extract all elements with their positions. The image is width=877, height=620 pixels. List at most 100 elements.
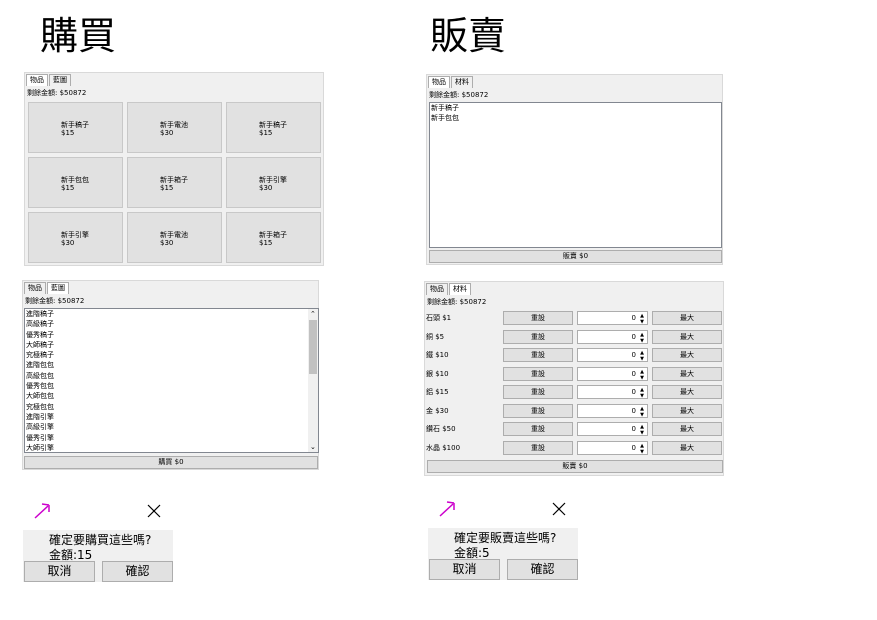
pickaxe-icon — [34, 503, 50, 519]
tab-items[interactable]: 物品 — [24, 282, 46, 294]
list-item[interactable]: 新手稿子 — [430, 103, 721, 113]
reset-button[interactable]: 重設 — [503, 330, 573, 344]
list-item[interactable]: 大師稿子 — [25, 340, 318, 350]
reset-button[interactable]: 重設 — [503, 404, 573, 418]
max-button[interactable]: 最大 — [652, 330, 722, 344]
max-button[interactable]: 最大 — [652, 422, 722, 436]
sell-button[interactable]: 販賣 $0 — [427, 460, 723, 473]
reset-button[interactable]: 重設 — [503, 311, 573, 325]
reset-button[interactable]: 重設 — [503, 385, 573, 399]
material-label: 鋁 $15 — [426, 388, 449, 396]
reset-button[interactable]: 重設 — [503, 348, 573, 362]
max-button[interactable]: 最大 — [652, 348, 722, 362]
reset-button[interactable]: 重設 — [503, 367, 573, 381]
shop-item-button[interactable]: 新手箱子 $15 — [226, 212, 321, 263]
spinner-arrows-icon[interactable]: ▲ ▼ — [638, 424, 646, 436]
list-item[interactable]: 究極包包 — [25, 402, 318, 412]
list-item[interactable]: 新手包包 — [430, 113, 721, 123]
tab-materials[interactable]: 材料 — [451, 76, 473, 88]
close-icon[interactable] — [552, 502, 566, 516]
spinner-arrows-icon[interactable]: ▲ ▼ — [638, 313, 646, 325]
quantity-value: 0 — [631, 425, 636, 433]
close-icon[interactable] — [147, 504, 161, 518]
list-item[interactable]: 高級稿子 — [25, 319, 318, 329]
quantity-stepper[interactable]: 0 ▲ ▼ — [577, 367, 648, 381]
sell-button[interactable]: 販賣 $0 — [429, 250, 722, 263]
max-button[interactable]: 最大 — [652, 404, 722, 418]
spinner-arrows-icon[interactable]: ▲ ▼ — [638, 369, 646, 381]
confirm-button[interactable]: 確認 — [102, 561, 173, 582]
balance-label: 剩餘金額: $50872 — [429, 91, 489, 99]
shop-item-button[interactable]: 新手包包 $15 — [28, 157, 123, 208]
scrollbar-thumb[interactable] — [309, 320, 317, 374]
tab-blueprints[interactable]: 藍圖 — [47, 282, 69, 294]
balance-label: 剩餘金額: $50872 — [427, 298, 487, 306]
reset-button[interactable]: 重設 — [503, 422, 573, 436]
quantity-stepper[interactable]: 0 ▲ ▼ — [577, 330, 648, 344]
shop-item-button[interactable]: 新手電池 $30 — [127, 102, 222, 153]
item-price: $30 — [61, 239, 75, 247]
quantity-stepper[interactable]: 0 ▲ ▼ — [577, 311, 648, 325]
spinner-arrows-icon[interactable]: ▲ ▼ — [638, 443, 646, 455]
item-price: $15 — [61, 129, 75, 137]
list-item[interactable]: 高級包包 — [25, 371, 318, 381]
spinner-arrows-icon[interactable]: ▲ ▼ — [638, 387, 646, 399]
shop-item-button[interactable]: 新手稿子 $15 — [226, 102, 321, 153]
shop-item-button[interactable]: 新手箱子 $15 — [127, 157, 222, 208]
buy-shop-tabs: 物品 藍圖 — [26, 74, 72, 86]
quantity-value: 0 — [631, 314, 636, 322]
quantity-stepper[interactable]: 0 ▲ ▼ — [577, 404, 648, 418]
quantity-stepper[interactable]: 0 ▲ ▼ — [577, 348, 648, 362]
quantity-stepper[interactable]: 0 ▲ ▼ — [577, 385, 648, 399]
shop-item-button[interactable]: 新手引擎 $30 — [28, 212, 123, 263]
tab-items[interactable]: 物品 — [426, 283, 448, 295]
buy-title: 購買 — [40, 14, 117, 58]
sell-items-tabs: 物品 材料 — [428, 76, 474, 88]
spinner-arrows-icon[interactable]: ▲ ▼ — [638, 406, 646, 418]
list-item[interactable]: 優秀稿子 — [25, 330, 318, 340]
list-item[interactable]: 大師包包 — [25, 391, 318, 401]
tab-blueprints[interactable]: 藍圖 — [49, 74, 71, 86]
quantity-stepper[interactable]: 0 ▲ ▼ — [577, 441, 648, 455]
balance-label: 剩餘金額: $50872 — [27, 89, 87, 97]
item-price: $15 — [259, 239, 273, 247]
list-item[interactable]: 大師引擎 — [25, 443, 318, 452]
quantity-stepper[interactable]: 0 ▲ ▼ — [577, 422, 648, 436]
tab-items[interactable]: 物品 — [26, 74, 48, 86]
reset-button[interactable]: 重設 — [503, 441, 573, 455]
material-label: 鑽石 $50 — [426, 425, 456, 433]
blueprint-list[interactable]: 進階稿子 高級稿子 優秀稿子 大師稿子 究極稿子 進階包包 高級包包 優秀包包 … — [24, 308, 319, 453]
cancel-button[interactable]: 取消 — [429, 559, 500, 580]
sell-materials-tabs: 物品 材料 — [426, 283, 472, 295]
quantity-value: 0 — [631, 351, 636, 359]
cancel-button[interactable]: 取消 — [24, 561, 95, 582]
shop-item-button[interactable]: 新手引擎 $30 — [226, 157, 321, 208]
list-item[interactable]: 高級引擎 — [25, 422, 318, 432]
list-item[interactable]: 究極稿子 — [25, 350, 318, 360]
buy-confirm-dialog: 確定要購買這些嗎? 金額:15 取消 確認 — [23, 530, 173, 582]
tab-materials[interactable]: 材料 — [449, 283, 471, 295]
spinner-arrows-icon[interactable]: ▲ ▼ — [638, 332, 646, 344]
quantity-value: 0 — [631, 370, 636, 378]
list-item[interactable]: 優秀引擎 — [25, 433, 318, 443]
spinner-arrows-icon[interactable]: ▲ ▼ — [638, 350, 646, 362]
max-button[interactable]: 最大 — [652, 441, 722, 455]
quantity-value: 0 — [631, 444, 636, 452]
confirm-button[interactable]: 確認 — [507, 559, 578, 580]
list-item[interactable]: 進階包包 — [25, 360, 318, 370]
buy-button[interactable]: 購買 $0 — [24, 456, 318, 469]
max-button[interactable]: 最大 — [652, 367, 722, 381]
pickaxe-icon — [439, 501, 455, 517]
scroll-up-icon[interactable]: ⌃ — [310, 310, 316, 318]
max-button[interactable]: 最大 — [652, 311, 722, 325]
shop-item-button[interactable]: 新手稿子 $15 — [28, 102, 123, 153]
list-item[interactable]: 優秀包包 — [25, 381, 318, 391]
tab-items[interactable]: 物品 — [428, 76, 450, 88]
shop-item-button[interactable]: 新手電池 $30 — [127, 212, 222, 263]
list-item[interactable]: 進階引擎 — [25, 412, 318, 422]
list-scrollbar[interactable]: ⌃ ⌄ — [308, 309, 318, 452]
list-item[interactable]: 進階稿子 — [25, 309, 318, 319]
max-button[interactable]: 最大 — [652, 385, 722, 399]
scroll-down-icon[interactable]: ⌄ — [310, 443, 316, 451]
sell-item-list[interactable]: 新手稿子 新手包包 — [429, 102, 722, 248]
